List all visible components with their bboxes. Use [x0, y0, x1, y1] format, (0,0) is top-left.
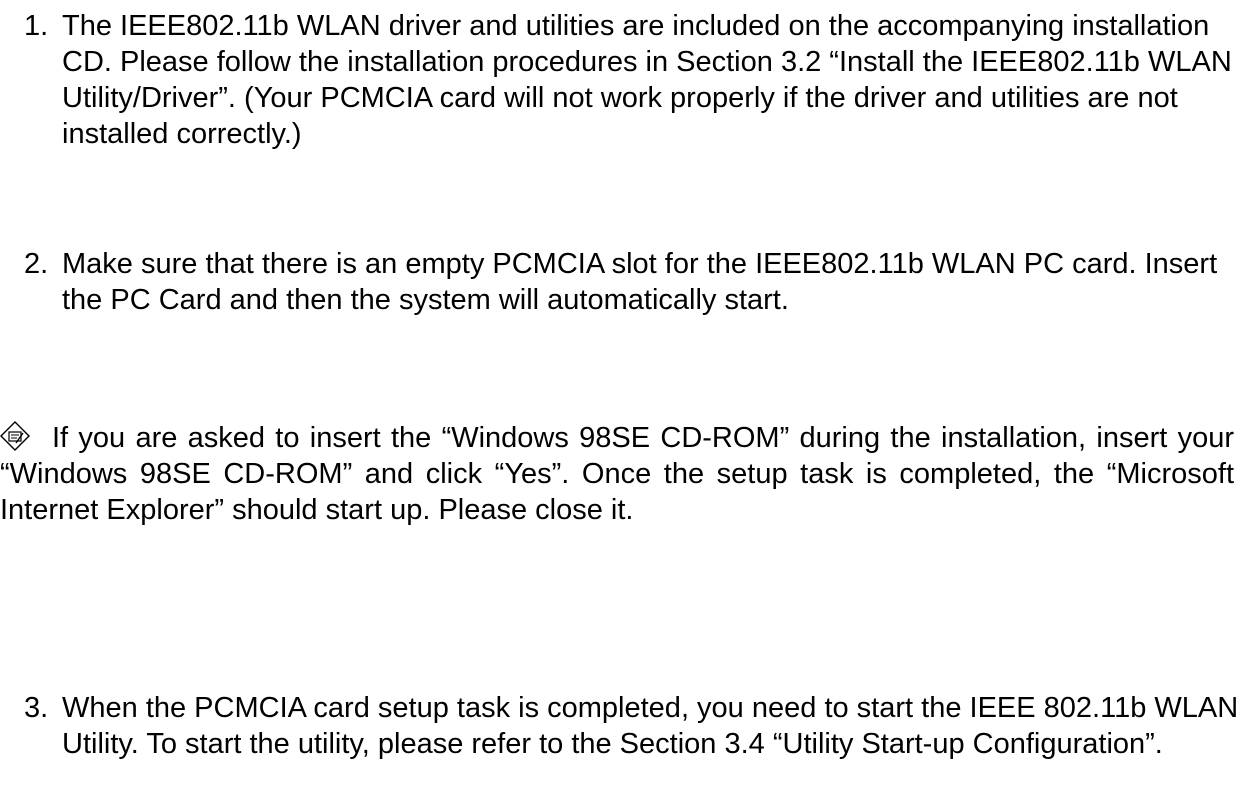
- step-number: 3.: [24, 692, 49, 724]
- note-paragraph: If you are asked to insert the “Windows …: [0, 420, 1234, 528]
- step-text: Make sure that there is an empty PCMCIA …: [62, 248, 1218, 316]
- note-text: If you are asked to insert the “Windows …: [0, 422, 1234, 526]
- step-number: 1.: [24, 10, 49, 42]
- step-1: 1. The IEEE802.11b WLAN driver and utili…: [24, 8, 1239, 152]
- step-text: The IEEE802.11b WLAN driver and utilitie…: [62, 10, 1232, 150]
- step-text: When the PCMCIA card setup task is compl…: [62, 692, 1239, 760]
- step-2: 2. Make sure that there is an empty PCMC…: [24, 246, 1239, 318]
- document-page: 1. The IEEE802.11b WLAN driver and utili…: [0, 0, 1246, 798]
- step-3: 3. When the PCMCIA card setup task is co…: [24, 690, 1239, 762]
- step-number: 2.: [24, 248, 49, 280]
- note-icon: [0, 421, 30, 451]
